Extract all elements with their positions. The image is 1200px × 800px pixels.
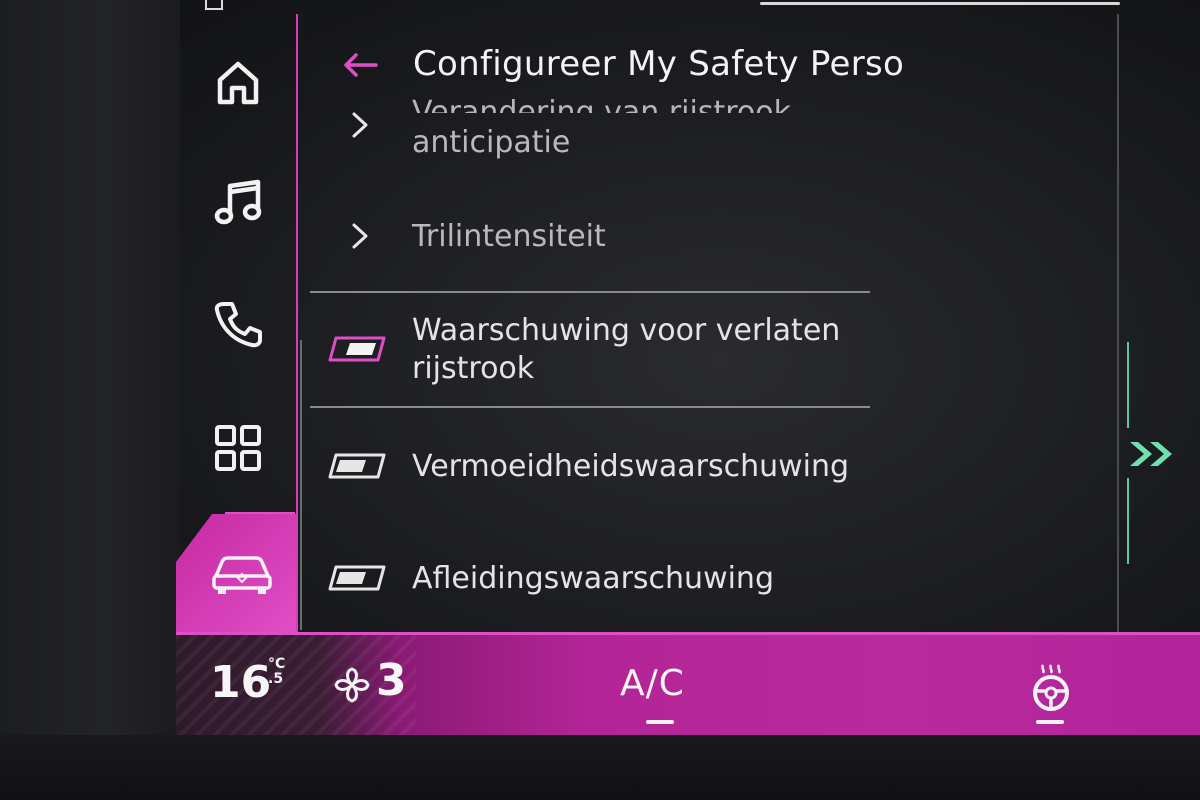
list-divider [310, 291, 870, 293]
list-item-vibration-intensity[interactable]: Trilintensiteit [310, 216, 870, 260]
temperature-unit: °C .5 [268, 657, 285, 687]
fan-icon[interactable] [332, 665, 372, 705]
back-arrow-icon [344, 53, 378, 77]
list-item-lane-change-anticipation[interactable]: Verandering van rijstrook anticipatie [310, 98, 870, 170]
right-accent-line [1127, 478, 1129, 564]
sidebar [176, 14, 300, 634]
top-indicator-line [760, 2, 1120, 5]
chevron-right-icon [352, 112, 368, 138]
heated-steering-wheel-icon[interactable] [1028, 661, 1074, 711]
list-item-label: anticipatie [412, 125, 571, 160]
ac-indicator [646, 720, 674, 724]
toggle-on-icon[interactable] [328, 336, 386, 362]
temperature-value[interactable]: 16 [210, 657, 271, 708]
list-item-label: Trilintensiteit [412, 219, 606, 254]
list-item-lane-departure-warning[interactable]: Waarschuwing voor verlaten rijstrook [310, 310, 870, 394]
top-status-strip [180, 0, 1200, 14]
back-button[interactable] [338, 45, 382, 85]
list-divider [310, 406, 870, 408]
double-chevron-right-icon [1130, 442, 1172, 466]
list-scroll-indicator [300, 340, 302, 630]
sidebar-item-vehicle[interactable] [184, 522, 300, 622]
temperature-unit-top: °C [268, 656, 286, 672]
list-item-fatigue-warning[interactable]: Vermoeidheidswaarschuwing [310, 446, 870, 490]
temperature-unit-bottom: .5 [268, 671, 284, 687]
expand-panel-button[interactable] [1126, 432, 1182, 476]
phone-icon [214, 302, 262, 348]
sidebar-item-home[interactable] [180, 32, 296, 132]
car-icon [212, 556, 272, 594]
list-item-label: Afleidingswaarschuwing [412, 561, 774, 596]
status-mark-icon [205, 0, 223, 10]
toggle-off-icon[interactable] [328, 565, 386, 591]
bottom-bezel [0, 735, 1200, 800]
apps-grid-icon [215, 425, 261, 471]
list-item-label: Waarschuwing voor verlaten rijstrook [412, 313, 841, 386]
sidebar-item-phone[interactable] [180, 274, 296, 374]
ac-button[interactable]: A/C [620, 663, 685, 704]
climate-bar: 16 °C .5 3 A/C [176, 632, 1200, 735]
page-title: Configureer My Safety Perso [413, 44, 905, 84]
list-item-distraction-warning[interactable]: Afleidingswaarschuwing [310, 558, 870, 602]
steering-heat-indicator [1036, 720, 1064, 724]
fan-level-value[interactable]: 3 [376, 655, 407, 706]
list-item-label: Vermoeidheidswaarschuwing [412, 449, 850, 484]
sidebar-item-apps[interactable] [180, 398, 296, 498]
right-panel-divider [1117, 14, 1119, 634]
right-accent-line [1127, 342, 1129, 428]
toggle-off-icon[interactable] [328, 453, 386, 479]
list-item-label-cut: Verandering van rijstrook [412, 98, 791, 113]
chevron-right-icon [352, 223, 368, 249]
sidebar-item-music[interactable] [180, 152, 296, 252]
left-bezel [0, 0, 180, 800]
music-note-icon [214, 179, 262, 225]
home-icon [217, 61, 259, 105]
